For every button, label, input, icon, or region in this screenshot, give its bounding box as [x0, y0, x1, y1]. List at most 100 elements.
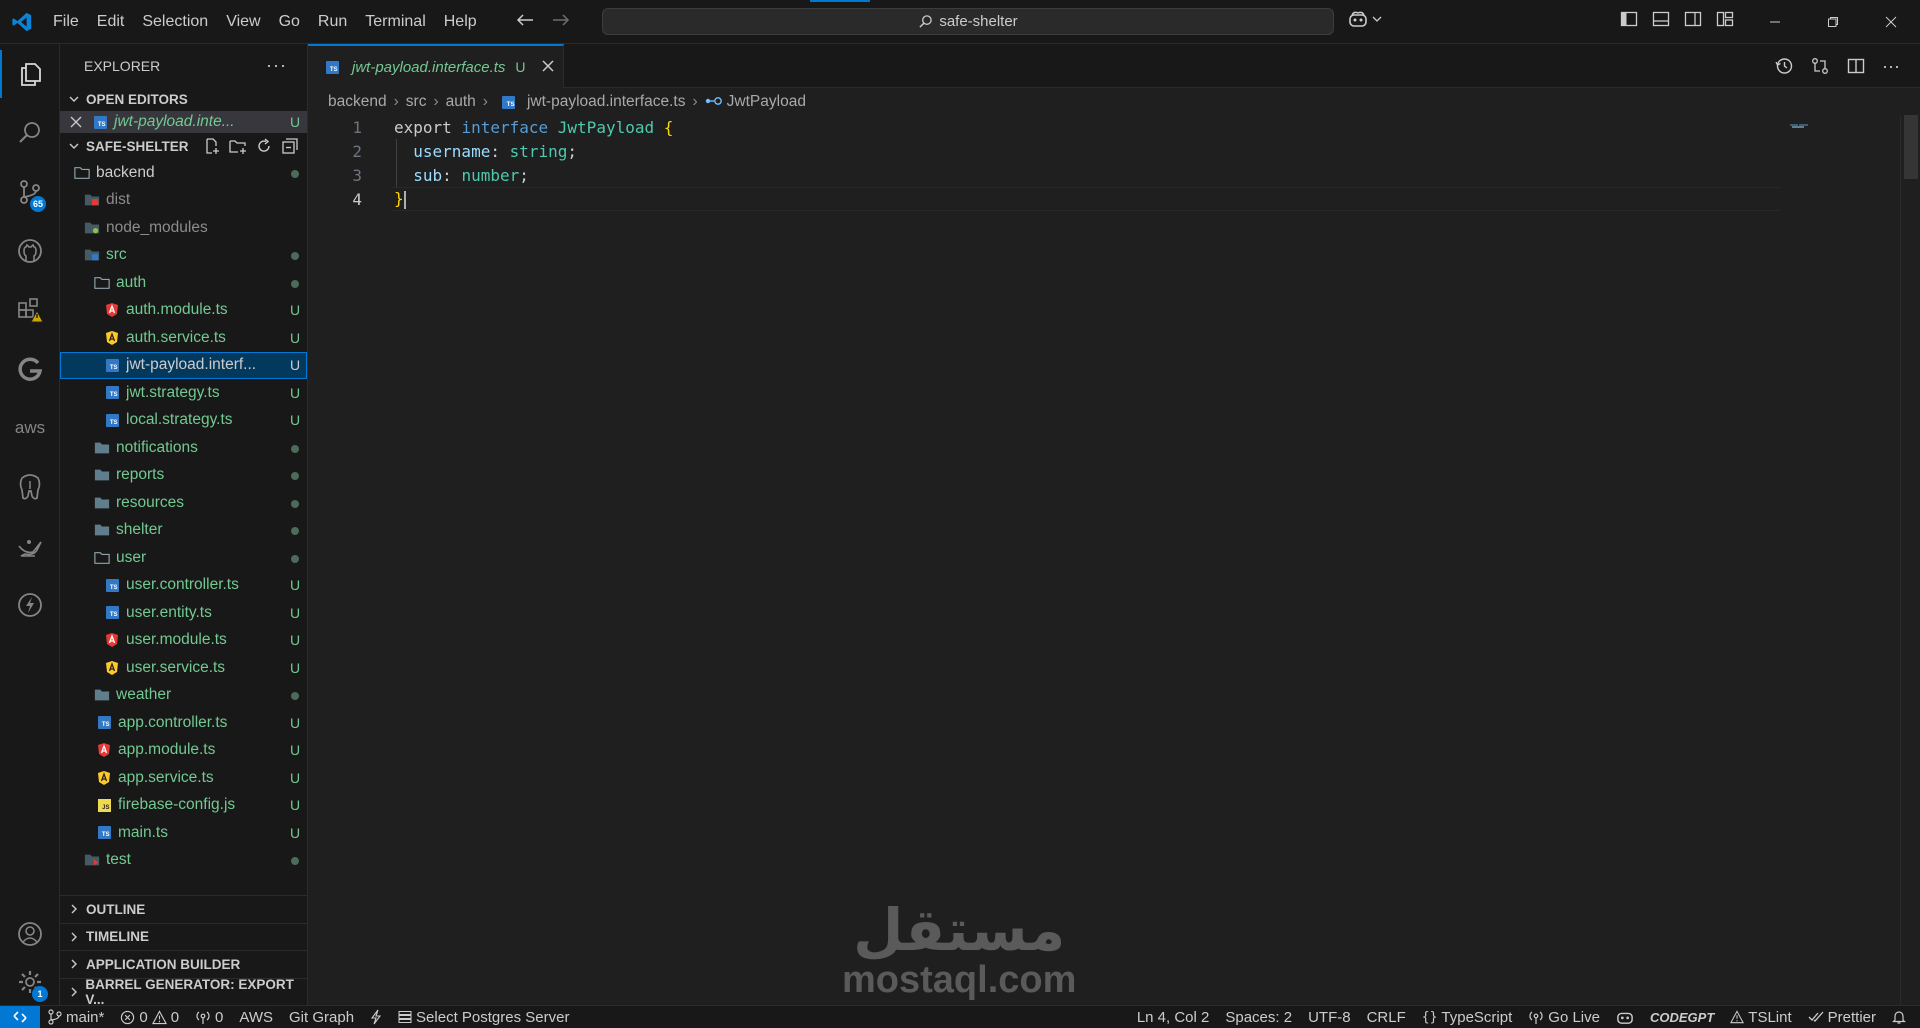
tree-file-user-controller[interactable]: TS user.controller.ts U: [60, 572, 307, 600]
barrel-generator-section[interactable]: BARREL GENERATOR: EXPORT V...: [60, 977, 308, 1007]
remote-indicator[interactable]: [0, 1005, 40, 1028]
open-changes-icon[interactable]: [1810, 56, 1830, 76]
tree-file-user-entity[interactable]: TS user.entity.ts U: [60, 599, 307, 627]
activity-extensions[interactable]: [0, 286, 60, 334]
prettier-status[interactable]: Prettier: [1800, 1009, 1884, 1026]
tree-folder-auth[interactable]: auth: [60, 269, 307, 297]
indentation[interactable]: Spaces: 2: [1217, 1009, 1300, 1026]
activity-accounts[interactable]: [0, 910, 60, 958]
tslint-status[interactable]: TSLint: [1722, 1009, 1799, 1026]
problems-indicator[interactable]: 0 0: [112, 1009, 187, 1026]
branch-indicator[interactable]: main*: [40, 1009, 112, 1026]
tree-folder-src[interactable]: src: [60, 242, 307, 270]
project-header[interactable]: SAFE-SHELTER: [60, 133, 307, 159]
activity-gitkraken[interactable]: [0, 345, 60, 393]
breadcrumb-item[interactable]: auth: [446, 93, 476, 111]
outline-section[interactable]: OUTLINE: [60, 895, 308, 923]
refresh-icon[interactable]: [255, 137, 273, 155]
tree-file-app-controller[interactable]: TS app.controller.ts U: [60, 709, 307, 737]
code-editor[interactable]: 1 export interface JwtPayload { 2 userna…: [308, 115, 1898, 211]
toggle-panel-icon[interactable]: [1652, 10, 1670, 28]
application-builder-section[interactable]: APPLICATION BUILDER: [60, 950, 308, 978]
encoding[interactable]: UTF-8: [1300, 1009, 1359, 1026]
activity-explorer[interactable]: [0, 50, 60, 98]
thunder-status[interactable]: [362, 1009, 390, 1025]
menu-selection[interactable]: Selection: [133, 0, 217, 44]
tree-file-jwt-strategy[interactable]: TS jwt.strategy.ts U: [60, 379, 307, 407]
copilot-button[interactable]: [1348, 10, 1382, 28]
toggle-secondary-sidebar-icon[interactable]: [1684, 10, 1702, 28]
new-folder-icon[interactable]: [229, 137, 247, 155]
command-center-search[interactable]: safe-shelter: [602, 8, 1334, 35]
tree-file-user-module[interactable]: user.module.ts U: [60, 627, 307, 655]
menu-edit[interactable]: Edit: [88, 0, 134, 44]
menu-run[interactable]: Run: [309, 0, 356, 44]
close-tab-icon[interactable]: [542, 59, 554, 76]
tree-file-local-strategy[interactable]: TS local.strategy.ts U: [60, 407, 307, 435]
tree-file-auth-service[interactable]: auth.service.ts U: [60, 324, 307, 352]
history-icon[interactable]: [1774, 56, 1794, 76]
tree-folder-shelter[interactable]: shelter: [60, 517, 307, 545]
end-of-line[interactable]: CRLF: [1359, 1009, 1414, 1026]
menu-file[interactable]: File: [44, 0, 88, 44]
menu-help[interactable]: Help: [435, 0, 486, 44]
postgres-status[interactable]: Select Postgres Server: [390, 1009, 577, 1026]
minimize-button[interactable]: [1746, 0, 1804, 44]
more-actions-icon[interactable]: ···: [266, 55, 287, 76]
tree-file-app-service[interactable]: app.service.ts U: [60, 764, 307, 792]
vertical-scrollbar-track[interactable]: [1900, 115, 1920, 1005]
timeline-section[interactable]: TIMELINE: [60, 922, 308, 951]
split-editor-icon[interactable]: [1846, 56, 1866, 76]
ports-indicator[interactable]: 0: [187, 1009, 231, 1026]
customize-layout-icon[interactable]: [1716, 10, 1734, 28]
activity-source-control[interactable]: 65: [0, 168, 60, 216]
breadcrumb-item[interactable]: backend: [328, 93, 387, 111]
tree-file-user-service[interactable]: user.service.ts U: [60, 654, 307, 682]
tree-folder-reports[interactable]: reports: [60, 462, 307, 490]
activity-aws[interactable]: aws: [0, 404, 60, 452]
activity-thunder[interactable]: [0, 581, 60, 629]
menu-view[interactable]: View: [217, 0, 269, 44]
close-editor-icon[interactable]: [60, 116, 92, 128]
tree-file-auth-module[interactable]: auth.module.ts U: [60, 297, 307, 325]
tree-folder-node-modules[interactable]: node_modules: [60, 214, 307, 242]
forward-arrow-icon[interactable]: [552, 13, 570, 30]
tab-jwt-payload[interactable]: TS jwt-payload.interface.ts U: [308, 44, 564, 88]
codegpt-status[interactable]: CODEGPT: [1642, 1010, 1722, 1025]
tree-folder-weather[interactable]: weather: [60, 682, 307, 710]
breadcrumb-item[interactable]: jwt-payload.interface.ts: [527, 93, 686, 111]
activity-manage[interactable]: 1: [0, 958, 60, 1006]
tree-folder-resources[interactable]: resources: [60, 489, 307, 517]
restore-button[interactable]: [1804, 0, 1862, 44]
activity-search[interactable]: [0, 109, 60, 157]
copilot-status[interactable]: [1608, 1009, 1642, 1025]
menu-terminal[interactable]: Terminal: [356, 0, 434, 44]
toggle-primary-sidebar-icon[interactable]: [1620, 10, 1638, 28]
activity-postgres[interactable]: [0, 463, 60, 511]
tree-folder-notifications[interactable]: notifications: [60, 434, 307, 462]
activity-github[interactable]: [0, 227, 60, 275]
cursor-position[interactable]: Ln 4, Col 2: [1129, 1009, 1218, 1026]
tree-file-main[interactable]: TS main.ts U: [60, 819, 307, 847]
minimap[interactable]: [1790, 116, 1820, 128]
language-mode[interactable]: {} TypeScript: [1414, 1009, 1521, 1026]
tree-file-firebase-config[interactable]: JS firebase-config.js U: [60, 792, 307, 820]
tree-folder-backend[interactable]: backend: [60, 159, 307, 187]
menu-go[interactable]: Go: [270, 0, 309, 44]
close-window-button[interactable]: [1862, 0, 1920, 44]
aws-status[interactable]: AWS: [231, 1009, 281, 1026]
tree-folder-test[interactable]: test: [60, 847, 307, 875]
go-live[interactable]: Go Live: [1520, 1009, 1608, 1026]
activity-genie[interactable]: [0, 522, 60, 570]
notifications-button[interactable]: [1884, 1009, 1920, 1025]
tree-file-app-module[interactable]: app.module.ts U: [60, 737, 307, 765]
back-arrow-icon[interactable]: [516, 13, 534, 30]
breadcrumb-item[interactable]: JwtPayload: [727, 93, 806, 111]
more-actions-icon[interactable]: ···: [1882, 56, 1900, 77]
tree-folder-dist[interactable]: dist: [60, 187, 307, 215]
breadcrumb-item[interactable]: src: [406, 93, 427, 111]
collapse-all-icon[interactable]: [281, 137, 299, 155]
tree-folder-user[interactable]: user: [60, 544, 307, 572]
open-editor-item[interactable]: TS jwt-payload.inte... U: [60, 111, 307, 133]
open-editors-header[interactable]: OPEN EDITORS: [60, 87, 307, 111]
